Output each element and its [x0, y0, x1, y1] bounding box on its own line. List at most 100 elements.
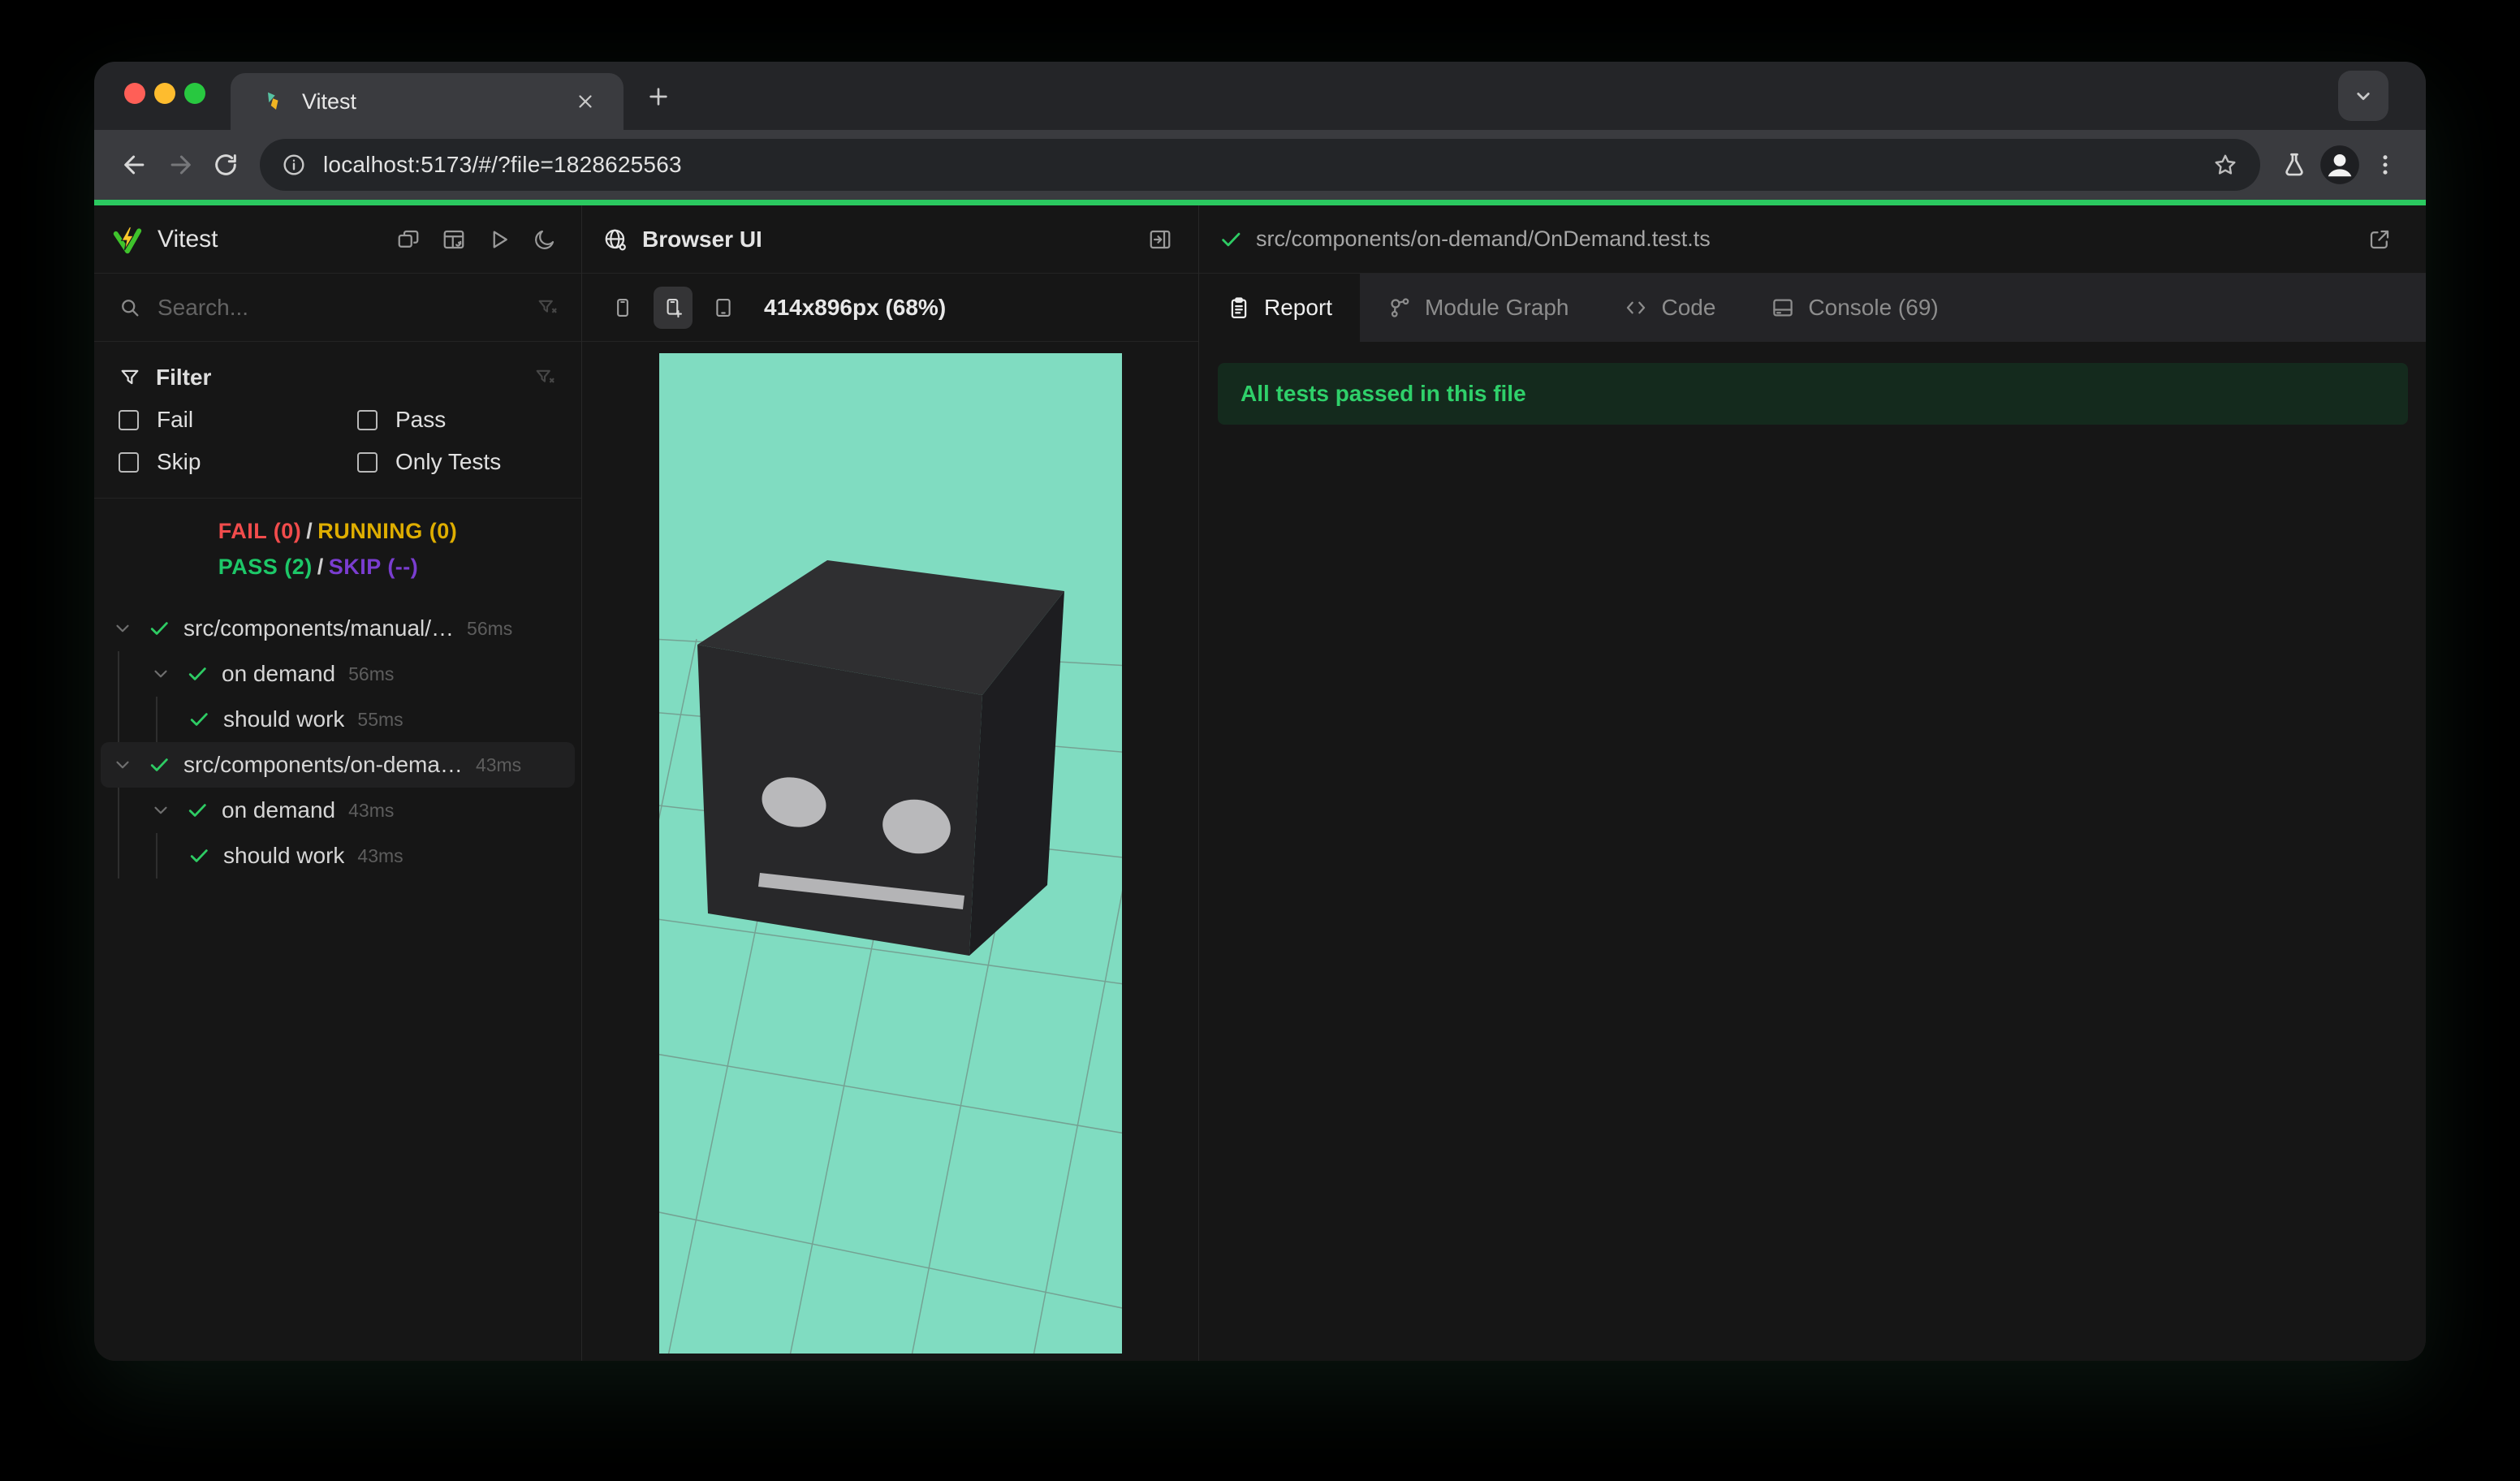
tab-label: Console (69): [1808, 295, 1939, 320]
test-file-row-selected[interactable]: src/components/on-dema… 43ms: [101, 742, 575, 788]
filter-checkbox-only-tests[interactable]: Only Tests: [357, 449, 559, 475]
chevron-down-icon[interactable]: [112, 618, 133, 639]
checkbox-label: Only Tests: [395, 449, 502, 474]
open-external-icon[interactable]: [2366, 226, 2393, 253]
tab-label: Code: [1661, 295, 1716, 320]
report-tab-bar: Report Module Graph Code Console (69): [1199, 274, 2426, 342]
dock-panel-right-icon[interactable]: [1146, 226, 1174, 253]
dashboard-icon[interactable]: [440, 226, 468, 253]
browser-ui-panel: Browser UI 414x896px (68%): [582, 205, 1199, 1361]
forward-button[interactable]: [158, 142, 203, 188]
test-stats: FAIL (0) / RUNNING (0) PASS (2) / SKIP (--): [94, 499, 581, 601]
indent-guide: [156, 833, 158, 879]
pass-check-icon: [186, 663, 209, 685]
filter-checkbox-fail[interactable]: Fail: [119, 407, 357, 433]
indent-guide: [118, 788, 119, 833]
device-toolbar: 414x896px (68%): [582, 274, 1198, 342]
filter-title: Filter: [156, 365, 212, 390]
test-case-name: should work: [223, 843, 345, 868]
tab-console[interactable]: Console (69): [1743, 274, 1966, 342]
vitest-logo-icon: [112, 224, 143, 255]
indent-guide: [118, 651, 119, 697]
checkbox[interactable]: [119, 451, 139, 473]
test-case-row[interactable]: should work 43ms: [101, 833, 575, 879]
tab-report[interactable]: Report: [1199, 274, 1361, 342]
sidebar: Vitest Search... Filter Fail Pass Skip O…: [94, 205, 582, 1361]
pass-check-icon: [148, 753, 170, 776]
robot-cube: [697, 560, 1064, 956]
test-file-name: src/components/manual/…: [183, 615, 455, 641]
back-button[interactable]: [112, 142, 158, 188]
pass-count: PASS (2): [218, 555, 313, 579]
clear-search-filter-icon[interactable]: [536, 296, 559, 319]
run-all-tests-icon[interactable]: [485, 226, 513, 253]
test-suite-name: on demand: [222, 661, 336, 686]
report-clipboard-icon: [1231, 297, 1247, 318]
search-input[interactable]: [158, 294, 536, 321]
test-duration: 43ms: [475, 753, 522, 775]
test-file-path: src/components/on-demand/OnDemand.test.t…: [1256, 227, 1711, 251]
tab-code[interactable]: Code: [1596, 274, 1743, 342]
window-close-button[interactable]: [124, 83, 145, 104]
test-suite-row[interactable]: on demand 43ms: [101, 788, 575, 833]
tab-label: Module Graph: [1425, 295, 1569, 320]
report-file-header: src/components/on-demand/OnDemand.test.t…: [1199, 205, 2426, 274]
running-count: RUNNING (0): [317, 519, 458, 543]
browser-tab[interactable]: Vitest: [231, 73, 624, 130]
profile-avatar[interactable]: [2317, 142, 2362, 188]
tab-module-graph[interactable]: Module Graph: [1360, 274, 1596, 342]
address-bar[interactable]: localhost:5173/#/?file=1828625563: [260, 139, 2260, 191]
browser-menu-kebab-icon[interactable]: [2362, 142, 2408, 188]
window-zoom-button[interactable]: [184, 83, 205, 104]
filter-section: Filter Fail Pass Skip Only Tests: [94, 342, 581, 499]
browser-toolbar: localhost:5173/#/?file=1828625563: [94, 130, 2426, 200]
collapse-panels-icon[interactable]: [395, 226, 422, 253]
test-duration: 43ms: [357, 844, 403, 866]
browser-tab-strip: Vitest: [94, 62, 2426, 130]
device-tablet-icon[interactable]: [704, 287, 743, 329]
device-phone-add-icon[interactable]: [654, 286, 693, 329]
test-progress-bar: [94, 200, 2426, 205]
filter-checkbox-skip[interactable]: Skip: [119, 449, 357, 475]
clear-filters-icon[interactable]: [531, 364, 559, 391]
test-suite-row[interactable]: on demand 56ms: [101, 651, 575, 697]
tab-search-button[interactable]: [2338, 71, 2388, 121]
chevron-down-icon[interactable]: [150, 800, 171, 821]
dark-mode-moon-icon[interactable]: [531, 226, 559, 253]
fail-count: FAIL (0): [218, 519, 302, 543]
file-pass-check-icon: [1219, 227, 1243, 252]
checkbox[interactable]: [119, 409, 139, 430]
desktop-background: Vitest localhost:5173/#/?file=1828625563…: [0, 0, 2520, 1481]
test-file-row[interactable]: src/components/manual/… 56ms: [101, 606, 575, 651]
test-duration: 56ms: [348, 663, 395, 684]
browser-viewport-scene[interactable]: [658, 353, 1122, 1354]
stats-line-1: FAIL (0) / RUNNING (0): [218, 519, 458, 543]
experiments-flask-icon[interactable]: [2272, 142, 2317, 188]
bookmark-star-icon[interactable]: [2207, 146, 2244, 184]
device-phone-small-icon[interactable]: [603, 287, 642, 329]
globe-icon: [603, 227, 628, 252]
indent-guide: [118, 697, 119, 742]
pass-check-icon: [148, 617, 170, 640]
checkbox[interactable]: [357, 409, 378, 430]
tab-title: Vitest: [302, 89, 357, 114]
url-text[interactable]: localhost:5173/#/?file=1828625563: [323, 152, 682, 178]
module-graph-icon: [1391, 298, 1409, 317]
site-info-icon[interactable]: [276, 147, 312, 183]
chevron-down-icon[interactable]: [150, 663, 171, 684]
test-case-row[interactable]: should work 55ms: [101, 697, 575, 742]
checkbox-label: Pass: [395, 407, 447, 432]
filter-funnel-icon: [119, 366, 141, 389]
tab-close-icon[interactable]: [572, 88, 599, 115]
reload-button[interactable]: [203, 142, 248, 188]
new-tab-button[interactable]: [640, 78, 677, 115]
window-minimize-button[interactable]: [154, 83, 175, 104]
report-panel: src/components/on-demand/OnDemand.test.t…: [1199, 205, 2426, 1361]
filter-checkbox-pass[interactable]: Pass: [357, 407, 559, 433]
checkbox[interactable]: [357, 451, 378, 473]
pass-check-icon: [188, 708, 210, 731]
test-tree: src/components/manual/… 56ms on demand 5…: [94, 601, 581, 879]
chevron-down-icon[interactable]: [112, 754, 133, 775]
indent-guide: [118, 833, 119, 879]
test-case-name: should work: [223, 706, 345, 732]
